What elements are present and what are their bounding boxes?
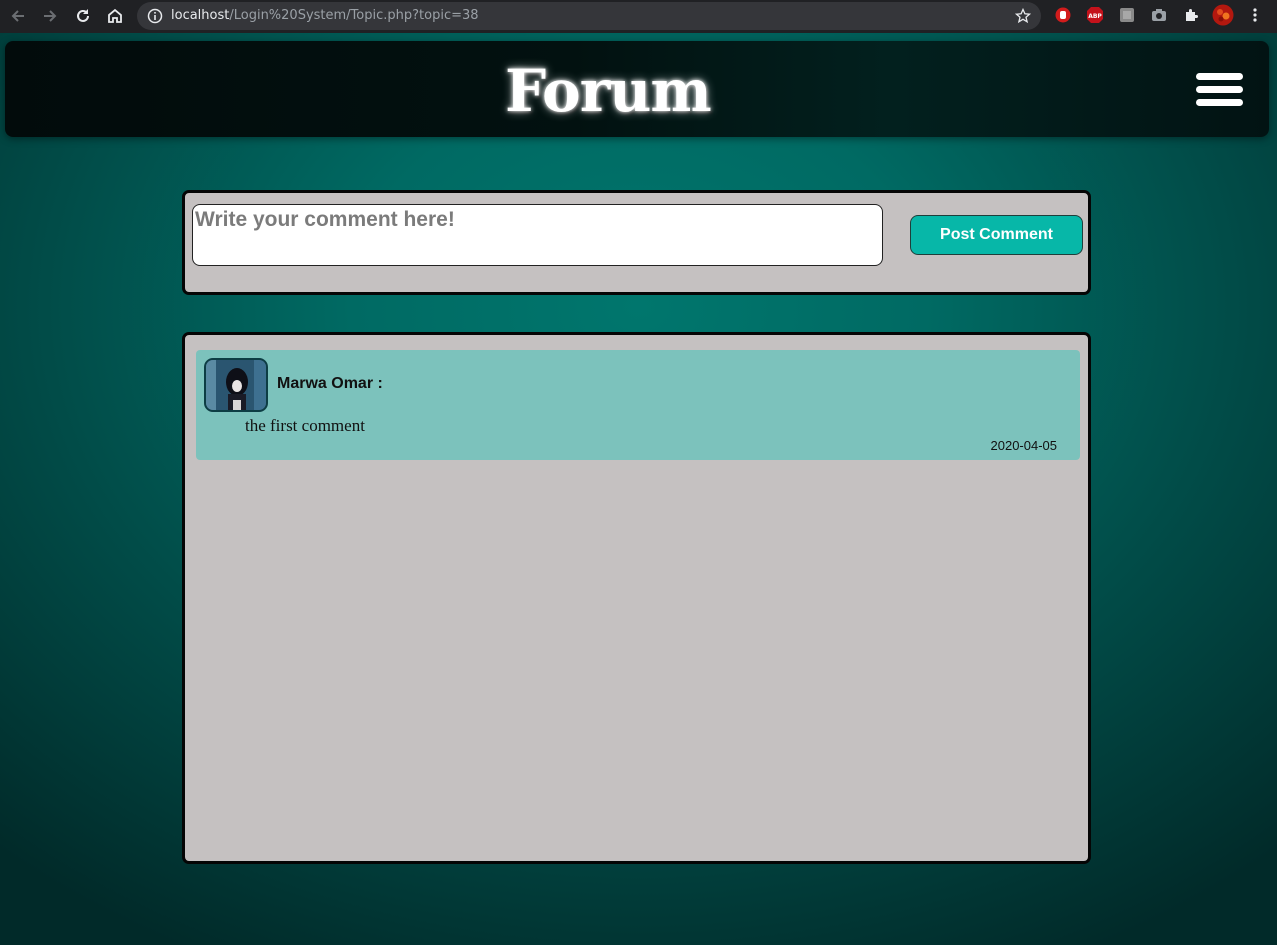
avatar: [204, 358, 268, 412]
site-header: Forum: [5, 41, 1269, 137]
reload-button[interactable]: [71, 5, 95, 27]
address-bar[interactable]: localhost/Login%20System/Topic.php?topic…: [137, 2, 1041, 30]
comment-input[interactable]: [192, 204, 883, 266]
home-button[interactable]: [103, 5, 127, 27]
comment-item: Marwa Omar : the first comment 2020-04-0…: [196, 350, 1080, 460]
user-avatar-icon: [206, 360, 266, 410]
hamburger-bar-bottom: [1196, 99, 1243, 106]
back-button[interactable]: [6, 5, 30, 27]
back-arrow-icon: [11, 10, 24, 22]
browser-toolbar: localhost/Login%20System/Topic.php?topic…: [0, 0, 1277, 33]
site-info-icon[interactable]: [147, 8, 163, 29]
hamburger-menu-button[interactable]: [1196, 73, 1244, 107]
comment-body: the first comment: [245, 416, 365, 435]
puzzle-icon[interactable]: [1182, 6, 1200, 24]
hamburger-bar-top: [1196, 73, 1243, 80]
adblock-label: ABP: [1088, 13, 1102, 20]
adblock-plus-icon[interactable]: ABP: [1086, 6, 1104, 24]
comment-author[interactable]: Marwa Omar :: [277, 375, 383, 393]
hand-stop-icon[interactable]: [1054, 6, 1072, 24]
comments-panel: Marwa Omar : the first comment 2020-04-0…: [182, 332, 1091, 864]
kebab-menu-icon[interactable]: [1246, 6, 1264, 24]
reload-icon: [77, 9, 89, 22]
url-host: localhost: [171, 8, 230, 23]
url-text[interactable]: localhost/Login%20System/Topic.php?topic…: [171, 8, 479, 23]
comment-composer: Post Comment: [182, 190, 1091, 295]
forward-button[interactable]: [38, 5, 62, 27]
bookmark-star-icon[interactable]: [1014, 7, 1032, 29]
camera-icon[interactable]: [1150, 6, 1168, 24]
post-comment-button[interactable]: Post Comment: [910, 215, 1083, 255]
home-icon: [108, 8, 122, 23]
profile-avatar-icon[interactable]: [1212, 4, 1234, 26]
page-background: Forum Post Comment Marwa O: [0, 33, 1277, 945]
extension-square-icon[interactable]: [1118, 6, 1136, 24]
forward-arrow-icon: [44, 10, 57, 22]
site-logo[interactable]: Forum: [505, 57, 712, 125]
hamburger-bar-middle: [1196, 86, 1243, 93]
comment-date: 2020-04-05: [990, 438, 1058, 453]
url-path: /Login%20System/Topic.php?topic=38: [229, 8, 479, 23]
